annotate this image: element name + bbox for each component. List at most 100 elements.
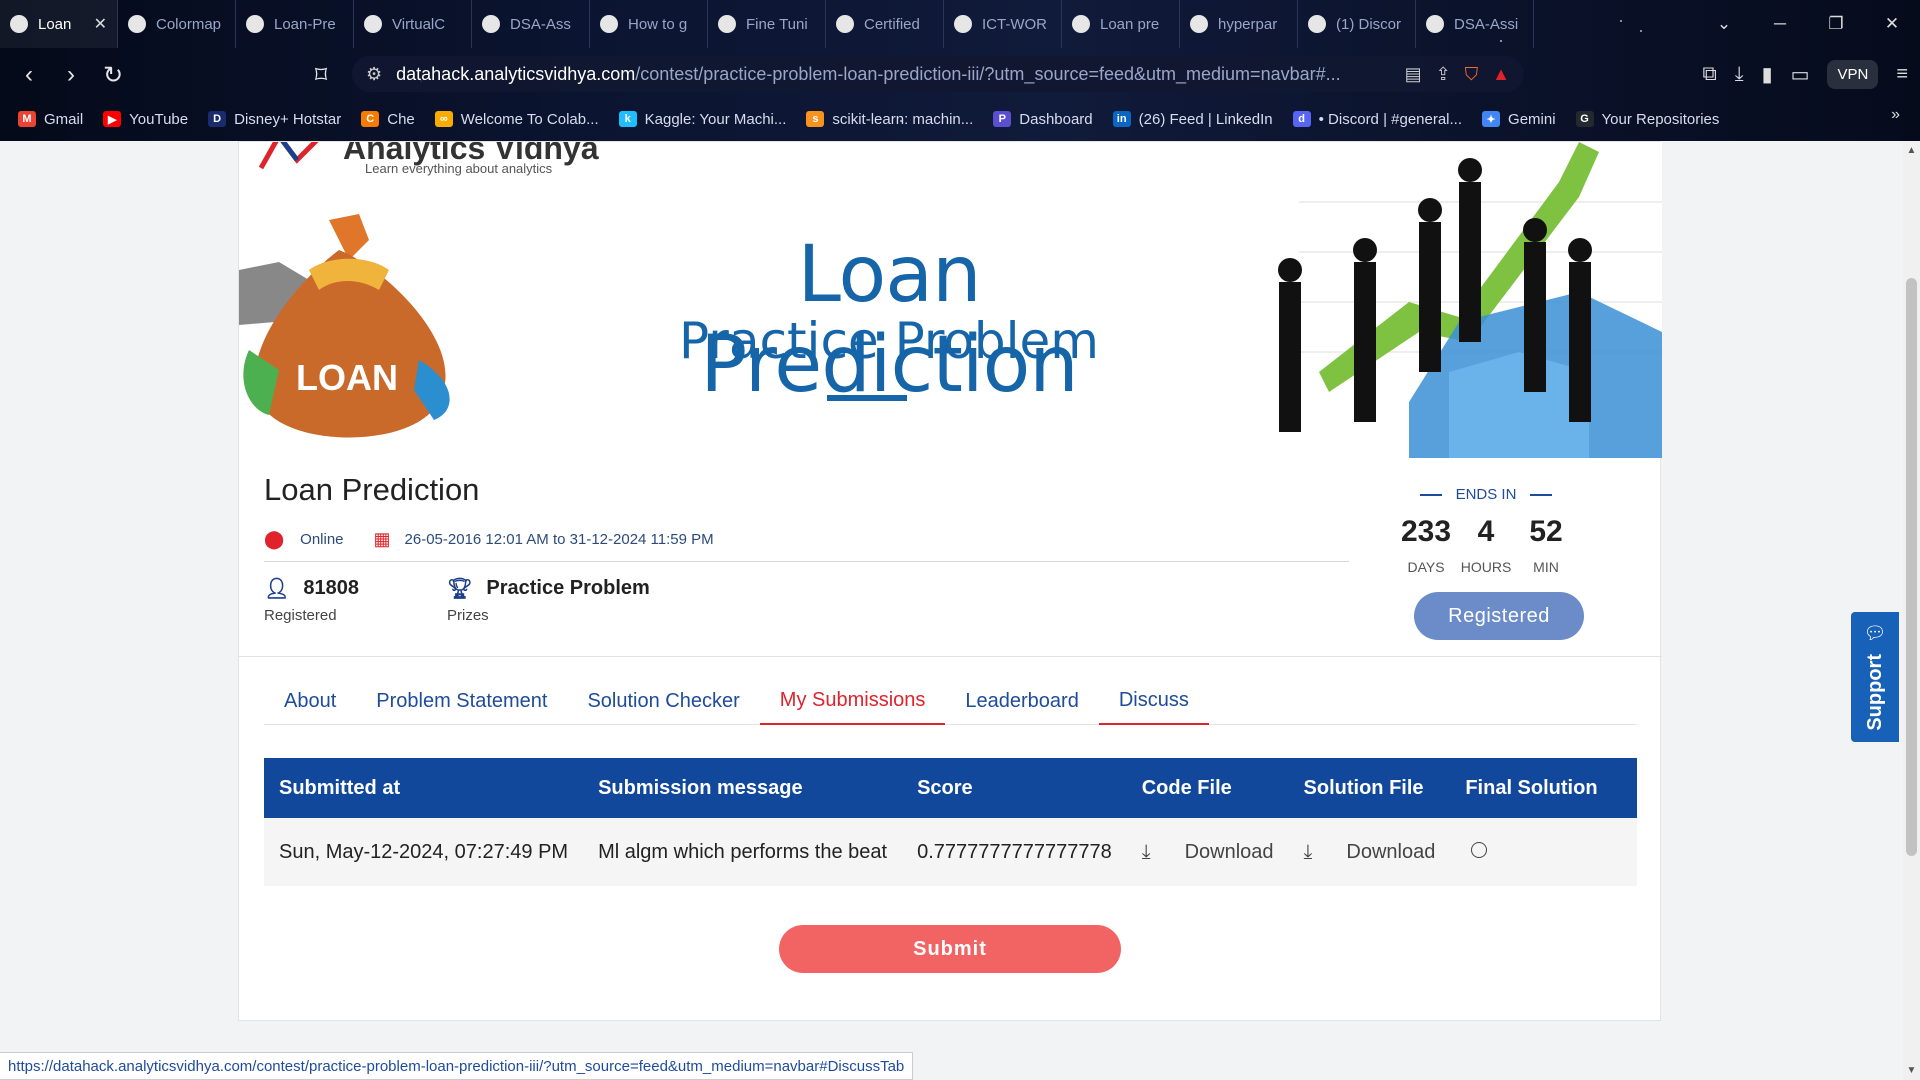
registered-count: 81808 <box>303 577 360 599</box>
browser-tab[interactable]: VirtualC <box>354 0 472 48</box>
cell-solution-file: ⤓ Download <box>1288 818 1451 886</box>
bookmark-favicon-icon: s <box>806 111 825 127</box>
menu-icon[interactable]: ≡ <box>1896 63 1908 86</box>
bookmark-item[interactable]: d • Discord | #general... <box>1292 111 1462 128</box>
tab-strip: Loan ✕ Colormap Loan-Pre VirtualC DSA-Ass How … <box>0 0 1700 48</box>
status-bar-url: https://datahack.analyticsvidhya.com/con… <box>0 1052 914 1080</box>
browser-tab[interactable]: Loan-Pre <box>236 0 354 48</box>
browser-tab-title: Loan pre <box>1100 15 1160 33</box>
cell-message: Ml algm which performs the beat <box>583 818 903 886</box>
bookmark-item[interactable]: M Gmail <box>18 111 83 128</box>
bookmark-item[interactable]: G Your Repositories <box>1575 111 1719 128</box>
code-download-link[interactable]: ⤓ Download <box>1142 841 1274 864</box>
close-window-button[interactable]: ✕ <box>1864 14 1920 34</box>
tab-close-icon[interactable]: ✕ <box>94 14 107 34</box>
bookmark-item[interactable]: ▶ YouTube <box>103 111 188 128</box>
av-logo-mark-icon <box>259 142 319 170</box>
calendar-icon: ▦ <box>373 529 391 549</box>
extensions-icon[interactable]: ⧉ <box>1702 63 1716 86</box>
chatgpt-icon <box>128 15 146 33</box>
cell-code-file: ⤓ Download <box>1126 818 1289 886</box>
downloads-icon[interactable]: ⤓ <box>1735 63 1744 86</box>
address-bar[interactable]: ⚙ datahack.analyticsvidhya.com/contest/p… <box>352 56 1524 92</box>
bookmark-item[interactable]: D Disney+ Hotstar <box>208 111 341 128</box>
browser-tab[interactable]: Loan ✕ <box>0 0 118 48</box>
wallet-icon[interactable]: ▭ <box>1791 62 1810 87</box>
bookmark-item[interactable]: s scikit-learn: machin... <box>806 111 973 128</box>
browser-tab[interactable]: Fine Tuni <box>708 0 826 48</box>
browser-tab-title: hyperpar <box>1218 15 1278 33</box>
bookmarks-bar: M Gmail ▶ YouTube D Disney+ Hotstar C Che ∞ Welco… <box>0 104 1920 134</box>
bookmark-favicon-icon: d <box>1292 111 1311 127</box>
final-solution-radio[interactable] <box>1471 841 1488 858</box>
scrollbar-thumb[interactable] <box>1906 278 1917 856</box>
share-icon[interactable]: ⇪ <box>1436 64 1451 85</box>
registered-button[interactable]: Registered <box>1414 592 1584 640</box>
browser-tab[interactable]: DSA-Ass <box>472 0 590 48</box>
page-scrollbar[interactable]: ▲ ▼ <box>1903 141 1920 1080</box>
sidebar-icon[interactable]: ▮ <box>1762 62 1773 87</box>
tab-discuss[interactable]: Discuss <box>1098 677 1209 725</box>
scroll-down-icon[interactable]: ▼ <box>1903 1065 1920 1076</box>
restore-button[interactable]: ❐ <box>1808 14 1864 34</box>
banner-underline <box>827 395 907 401</box>
tab-search-icon[interactable]: ⌄ <box>1696 14 1752 34</box>
browser-tab-title: (1) Discor <box>1336 15 1402 33</box>
reader-mode-icon[interactable]: ▤ <box>1405 64 1422 85</box>
ends-in-label: ENDS IN <box>1396 486 1576 503</box>
vpn-button[interactable]: VPN <box>1827 59 1879 89</box>
bookmark-icon[interactable]: ⌑ <box>300 54 342 96</box>
more-bookmarks-icon[interactable]: » <box>1891 106 1900 124</box>
tab-solution-checker[interactable]: Solution Checker <box>567 677 759 725</box>
brave-rewards-icon[interactable]: ▲ <box>1492 64 1510 85</box>
bookmark-item[interactable]: ✦ Gemini <box>1482 111 1556 128</box>
download-icon: ⤓ <box>1303 840 1313 863</box>
support-button[interactable]: 💬︎ Support <box>1851 612 1899 742</box>
bookmark-item[interactable]: P Dashboard <box>993 111 1093 128</box>
tab-problem-statement[interactable]: Problem Statement <box>356 677 567 725</box>
divider <box>264 561 1349 562</box>
tab-about[interactable]: About <box>264 677 356 725</box>
bookmark-item[interactable]: ∞ Welcome To Colab... <box>434 110 599 128</box>
bookmark-label: Disney+ Hotstar <box>234 110 342 128</box>
countdown: ENDS IN 233 DAYS 4 HOURS 52 MIN <box>1396 486 1576 575</box>
brave-shield-icon[interactable]: ⛉ <box>1465 64 1479 85</box>
bookmark-label: Welcome To Colab... <box>460 110 599 128</box>
site-info-icon[interactable]: ⚙ <box>366 64 382 85</box>
bookmark-favicon-icon: P <box>993 111 1012 127</box>
download-icon: ⤓ <box>1141 840 1151 863</box>
tab-my-submissions[interactable]: My Submissions <box>759 677 946 725</box>
countdown-hours-unit: HOURS <box>1460 559 1512 575</box>
reload-button[interactable]: ↻ <box>92 54 134 96</box>
contest-card: Analytics Vidhya Learn everything about … <box>238 141 1662 1021</box>
banner: Analytics Vidhya Learn everything about … <box>239 142 1662 458</box>
browser-tab[interactable]: hyperpar <box>1180 0 1298 48</box>
browser-tab[interactable]: Colormap <box>118 0 236 48</box>
bookmark-item[interactable]: C Che <box>361 111 415 128</box>
browser-tab[interactable]: How to g <box>590 0 708 48</box>
contest-dates: 26-05-2016 12:01 AM to 31-12-2024 11:59 … <box>404 531 714 548</box>
cell-score: 0.7777777777777778 <box>902 818 1127 886</box>
browser-tab-title: DSA-Assi <box>1454 15 1519 33</box>
tab-leaderboard[interactable]: Leaderboard <box>945 677 1098 725</box>
minimize-button[interactable]: ─ <box>1752 14 1808 34</box>
browser-tab-title: Certified <box>864 15 920 33</box>
bookmark-item[interactable]: k Kaggle: Your Machi... <box>618 111 786 128</box>
section-divider <box>239 656 1662 657</box>
bookmark-item[interactable]: in (26) Feed | LinkedIn <box>1112 111 1273 128</box>
browser-chrome: Loan ✕ Colormap Loan-Pre VirtualC DSA-Ass How … <box>0 0 1920 141</box>
browser-tab[interactable]: (1) Discor <box>1298 0 1416 48</box>
submit-button[interactable]: Submit <box>779 925 1121 973</box>
solution-download-link[interactable]: ⤓ Download <box>1304 841 1436 864</box>
contest-tabs: About Problem Statement Solution Checker… <box>264 677 1637 725</box>
back-button[interactable]: ‹ <box>8 54 50 96</box>
address-url[interactable]: datahack.analyticsvidhya.com/contest/pra… <box>396 64 1390 85</box>
browser-tab[interactable]: Certified <box>826 0 944 48</box>
forward-button[interactable]: › <box>50 54 92 96</box>
browser-tab[interactable]: Loan pre <box>1062 0 1180 48</box>
browser-tab[interactable]: ICT-WOR <box>944 0 1062 48</box>
scroll-up-icon[interactable]: ▲ <box>1903 145 1920 156</box>
bookmark-label: scikit-learn: machin... <box>832 110 974 128</box>
ms-icon <box>364 15 382 33</box>
browser-tab[interactable]: DSA-Assi <box>1416 0 1534 48</box>
